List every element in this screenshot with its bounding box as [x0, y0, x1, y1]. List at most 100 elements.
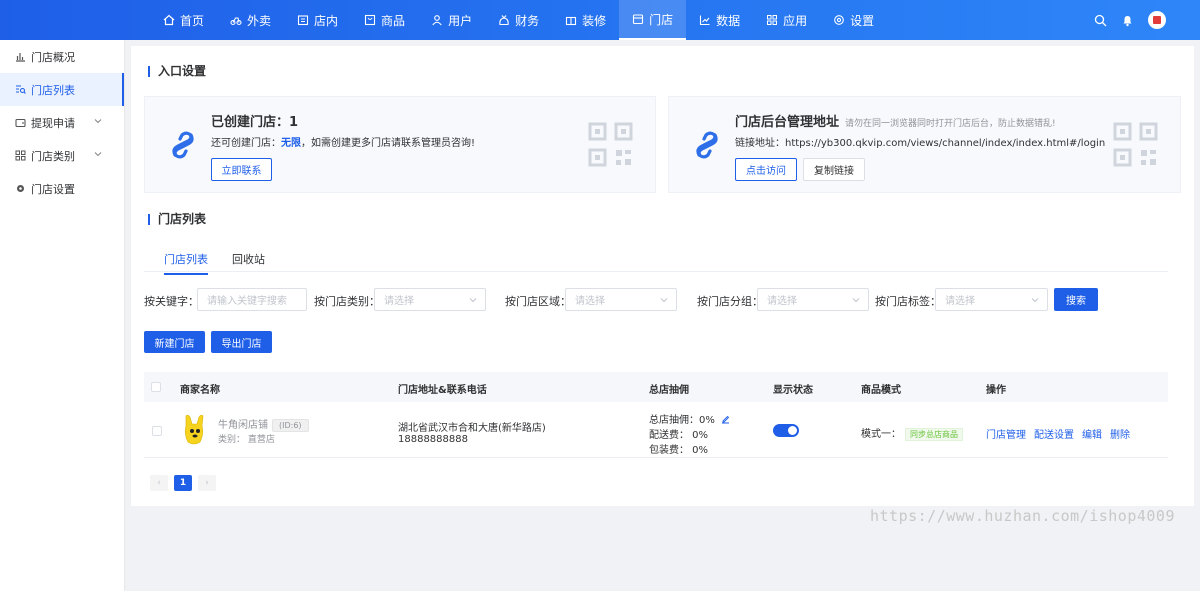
sidebar-item-label: 门店类别	[31, 149, 75, 163]
bell-icon[interactable]	[1121, 14, 1134, 27]
sidebar-item-shop-list[interactable]: 门店列表	[0, 73, 124, 106]
commission-cell: 总店抽佣：0%	[649, 411, 730, 426]
sidebar-item-category[interactable]: 门店类别	[0, 139, 124, 172]
nav-users[interactable]: 用户	[418, 0, 485, 40]
nav-instore[interactable]: 店内	[284, 0, 351, 40]
commission-value: 总店抽佣：0%	[649, 415, 715, 426]
sidebar-item-shop-settings[interactable]: 门店设置	[0, 172, 124, 205]
bar-chart-icon	[15, 51, 26, 62]
nav-shop[interactable]: 门店	[619, 0, 687, 40]
nav-label: 应用	[783, 13, 808, 28]
edit-link[interactable]: 编辑	[1082, 426, 1102, 441]
page-1-button[interactable]: 1	[174, 475, 192, 491]
grid-icon	[15, 150, 26, 161]
shop-id-tag: (ID:6)	[272, 419, 309, 432]
shop-count-title: 已创建门店：1	[211, 115, 299, 130]
copy-link-button[interactable]: 复制链接	[803, 158, 865, 181]
nav-apps[interactable]: 应用	[753, 0, 820, 40]
row-actions: 门店管理 配送设置 编辑 删除	[986, 426, 1130, 441]
sidebar-item-label: 门店概况	[31, 50, 75, 64]
shop-manage-link[interactable]: 门店管理	[986, 426, 1026, 441]
area-select[interactable]: 请选择	[565, 288, 677, 311]
shop-phone: 18888888888	[398, 434, 468, 445]
search-button[interactable]: 搜索	[1054, 288, 1098, 311]
tag-label: 按门店标签：	[875, 295, 941, 308]
new-shop-button[interactable]: 新建门店	[144, 331, 205, 353]
display-status-toggle[interactable]	[773, 424, 799, 437]
visit-button[interactable]: 点击访问	[735, 158, 797, 181]
sidebar-item-overview[interactable]: 门店概况	[0, 40, 124, 73]
admin-url-title-text: 门店后台管理地址	[735, 115, 840, 130]
table-row: 牛角闲店铺 (ID:6) 类别： 直营店 湖北省武汉市合和大唐(新华路店) 188…	[144, 402, 1168, 458]
select-placeholder: 请选择	[575, 296, 605, 307]
col-merchant: 商家名称	[180, 385, 220, 396]
area-label: 按门店区域：	[505, 295, 571, 308]
sidebar-item-label: 门店列表	[31, 83, 75, 97]
nav-takeout[interactable]: 外卖	[217, 0, 284, 40]
export-shop-button[interactable]: 导出门店	[211, 331, 272, 353]
shop-icon	[632, 13, 644, 25]
select-placeholder: 请选择	[384, 296, 414, 307]
sidebar-item-label: 提现申请	[31, 116, 75, 130]
admin-url-link[interactable]: 链接地址：https://yb300.qkvip.com/views/chann…	[735, 134, 1105, 149]
shop-logo	[185, 414, 204, 445]
nav-finance[interactable]: 财务	[485, 0, 552, 40]
chevron-down-icon	[660, 298, 668, 303]
chevron-down-icon	[94, 119, 102, 124]
col-commission: 总店抽佣	[649, 385, 689, 396]
select-placeholder: 请选择	[767, 296, 797, 307]
desc-prefix: 还可创建门店：	[211, 138, 281, 149]
nav-data[interactable]: 数据	[686, 0, 753, 40]
chevron-down-icon	[469, 298, 477, 303]
gear-icon	[833, 14, 845, 26]
avatar-image	[1153, 16, 1161, 24]
gear-icon	[15, 183, 26, 194]
nav-settings[interactable]: 设置	[820, 0, 887, 40]
entry-section-title: 入口设置	[148, 65, 206, 77]
nav-goods[interactable]: 商品	[351, 0, 418, 40]
tag-select[interactable]: 请选择	[935, 288, 1048, 311]
store-icon	[297, 14, 309, 26]
nav-label: 数据	[716, 13, 741, 28]
shop-count-desc: 还可创建门店：无限，如需创建更多门店请联系管理员咨询!	[211, 134, 475, 149]
wallet-icon	[15, 117, 26, 128]
nav-decor[interactable]: 装修	[552, 0, 619, 40]
link-logo-icon	[172, 131, 194, 159]
group-select[interactable]: 请选择	[757, 288, 869, 311]
nav-label: 财务	[515, 13, 540, 28]
admin-url-card: 门店后台管理地址 请勿在同一浏览器同时打开门店后台，防止数据错乱! 链接地址：ht…	[668, 96, 1181, 193]
qr-code-icon	[588, 122, 633, 167]
chevron-down-icon	[1031, 298, 1039, 303]
group-label: 按门店分组：	[697, 295, 763, 308]
top-navbar: 首页 外卖 店内 商品 用户 财务 装修 门店 数据 应用 设置	[0, 0, 1200, 40]
row-checkbox[interactable]	[152, 426, 162, 436]
next-page-button[interactable]: ›	[198, 475, 216, 491]
contact-now-button[interactable]: 立即联系	[211, 158, 272, 181]
search-icon[interactable]	[1094, 14, 1107, 27]
shop-name-cell: 牛角闲店铺 (ID:6)	[218, 416, 309, 432]
main-nav: 首页 外卖 店内 商品 用户 财务 装修 门店 数据 应用 设置	[150, 0, 887, 40]
col-mode: 商品模式	[861, 385, 901, 396]
mode-tag: 同步总店商品	[905, 428, 963, 441]
select-placeholder: 请选择	[945, 296, 975, 307]
shop-count-card: 已创建门店：1 还可创建门店：无限，如需创建更多门店请联系管理员咨询! 立即联系	[144, 96, 656, 193]
delete-link[interactable]: 删除	[1110, 426, 1130, 441]
select-all-checkbox[interactable]	[151, 382, 161, 392]
chevron-down-icon	[94, 152, 102, 157]
mode-cell: 模式一： 同步总店商品	[861, 425, 963, 441]
sidebar-item-withdraw[interactable]: 提现申请	[0, 106, 124, 139]
keyword-input[interactable]: 请输入关键字搜索	[197, 288, 307, 311]
sidebar-item-label: 门店设置	[31, 182, 75, 196]
edit-icon[interactable]	[721, 415, 730, 424]
type-select[interactable]: 请选择	[374, 288, 486, 311]
chevron-down-icon	[852, 298, 860, 303]
goods-icon	[364, 14, 376, 26]
prev-page-button[interactable]: ‹	[150, 475, 168, 491]
bike-icon	[230, 14, 242, 26]
nav-label: 店内	[314, 13, 339, 28]
watermark-text: https://www.huzhan.com/ishop4009	[870, 507, 1175, 525]
avatar[interactable]	[1148, 11, 1166, 29]
user-icon	[431, 14, 443, 26]
nav-home[interactable]: 首页	[150, 0, 217, 40]
delivery-settings-link[interactable]: 配送设置	[1034, 426, 1074, 441]
